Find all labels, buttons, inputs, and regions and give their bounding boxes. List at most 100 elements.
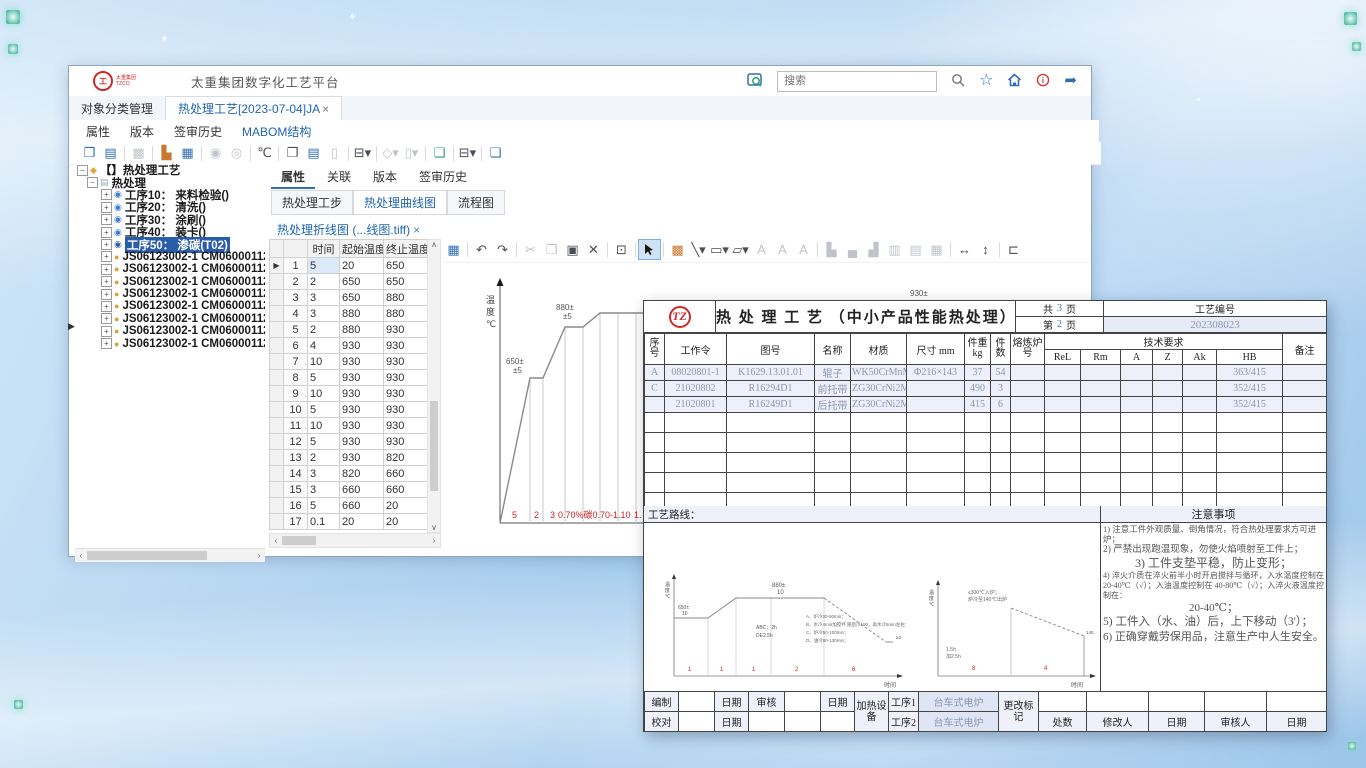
- table-row[interactable]: 910930930: [270, 386, 428, 402]
- table-vertical-scrollbar[interactable]: ∧ ∨: [427, 239, 441, 533]
- table-row[interactable]: 710930930: [270, 354, 428, 370]
- expand-icon[interactable]: +: [101, 264, 112, 275]
- database-menu-icon[interactable]: ⊟▾: [352, 144, 373, 163]
- font-style-icon[interactable]: A: [751, 240, 772, 259]
- tab-sign-history[interactable]: 签审历史: [165, 121, 231, 142]
- expand-icon[interactable]: +: [101, 289, 112, 300]
- table-row[interactable]: 16566020: [270, 498, 428, 514]
- expand-icon[interactable]: +: [101, 301, 112, 312]
- tab-heat-treatment-process[interactable]: 热处理工艺[2023-07-04]JA×: [165, 96, 342, 120]
- table-row[interactable]: 85930930: [270, 370, 428, 386]
- table-row[interactable]: 22650650: [270, 274, 428, 290]
- fit-height-icon[interactable]: ↕: [975, 240, 996, 259]
- col-end-temp[interactable]: 终止温度: [384, 240, 428, 258]
- table-row[interactable]: 33650880: [270, 290, 428, 306]
- pointer-tool-icon[interactable]: [639, 240, 660, 259]
- more-tools-icon[interactable]: ⊏: [1003, 240, 1024, 259]
- expand-icon[interactable]: +: [101, 338, 112, 349]
- tab-relations[interactable]: 关联: [317, 166, 361, 189]
- bar-chart-icon[interactable]: ▙: [156, 144, 177, 163]
- redo-icon[interactable]: ↷: [492, 240, 513, 259]
- search-icon[interactable]: [951, 73, 965, 89]
- scroll-thumb[interactable]: [282, 536, 316, 545]
- scroll-left-icon[interactable]: ‹: [270, 536, 282, 545]
- distribute-icon[interactable]: ▤: [905, 240, 926, 259]
- close-file-icon[interactable]: ×: [413, 223, 420, 237]
- tab-object-classification[interactable]: 对象分类管理: [69, 97, 165, 120]
- tree-root[interactable]: − ◆ 【】热处理工艺: [77, 164, 265, 176]
- table-row[interactable]: 1110930930: [270, 418, 428, 434]
- save-icon[interactable]: ▤: [100, 144, 121, 163]
- table-row[interactable]: 153660660: [270, 482, 428, 498]
- open-flowsheet-icon[interactable]: ❒: [79, 144, 100, 163]
- expand-icon[interactable]: +: [101, 276, 112, 287]
- tab-mabom-structure[interactable]: MABOM结构: [233, 121, 320, 142]
- panel-collapse-arrow[interactable]: ▶: [68, 321, 75, 332]
- col-start-temp[interactable]: 起始温度: [340, 240, 384, 258]
- tree-part[interactable]: +●JS06123002-1 CM0600011215: [101, 337, 265, 349]
- tree-part[interactable]: +●JS06123002-1 CM0600011215: [101, 263, 265, 275]
- line-tool-icon[interactable]: ╲▾: [688, 240, 709, 259]
- fit-width-icon[interactable]: ↔: [954, 240, 975, 259]
- selected-cell[interactable]: 5: [308, 258, 340, 274]
- doc-menu-icon[interactable]: ▯▾: [401, 144, 422, 163]
- tree-part[interactable]: +●JS06123002-1 CM0600011215: [101, 276, 265, 288]
- table-horizontal-scrollbar[interactable]: ‹ ›: [269, 533, 441, 548]
- table-row[interactable]: 64930930: [270, 338, 428, 354]
- tree-part[interactable]: +●JS06123002-1 CM0600011215: [101, 300, 265, 312]
- rect-tool-icon[interactable]: ▭▾: [709, 240, 730, 259]
- tab-attributes-detail[interactable]: 属性: [271, 166, 315, 189]
- snapshot-locate-icon[interactable]: ◎: [226, 144, 247, 163]
- tab-heat-curve[interactable]: 热处理曲线图: [353, 190, 447, 215]
- polygon-tool-icon[interactable]: ▱▾: [730, 240, 751, 259]
- table-row[interactable]: 170.12020: [270, 514, 428, 530]
- tree-part[interactable]: +●JS06123002-1 CM0600011215: [101, 251, 265, 263]
- undo-icon[interactable]: ↶: [471, 240, 492, 259]
- folder-search-icon[interactable]: ❏: [429, 144, 450, 163]
- logout-icon[interactable]: ➦: [1064, 74, 1077, 88]
- table-row[interactable]: 125930930: [270, 434, 428, 450]
- temperature-icon[interactable]: ℃: [254, 144, 275, 163]
- snapshot-icon[interactable]: ◉: [205, 144, 226, 163]
- scroll-thumb[interactable]: [430, 401, 438, 491]
- expand-icon[interactable]: +: [101, 202, 112, 213]
- scroll-up-icon[interactable]: ∧: [428, 240, 440, 249]
- expand-icon[interactable]: +: [101, 214, 112, 225]
- scroll-thumb[interactable]: [87, 551, 207, 560]
- font-style-icon[interactable]: A: [793, 240, 814, 259]
- tree-part[interactable]: +●JS06123002-1 CM0600011215: [101, 313, 265, 325]
- expand-icon[interactable]: +: [101, 189, 112, 200]
- table-row[interactable]: 143820660: [270, 466, 428, 482]
- align-left-icon[interactable]: ▙: [821, 240, 842, 259]
- distribute-icon[interactable]: ▦: [926, 240, 947, 259]
- home-icon[interactable]: [1007, 73, 1022, 89]
- table-row[interactable]: 132930820: [270, 450, 428, 466]
- scroll-right-icon[interactable]: ›: [428, 536, 440, 545]
- tree-part[interactable]: +●JS06123002-1 CM0600011215: [101, 325, 265, 337]
- align-middle-icon[interactable]: ▄: [842, 240, 863, 259]
- tab-version[interactable]: 版本: [121, 121, 163, 142]
- tab-flow-diagram[interactable]: 流程图: [447, 190, 505, 215]
- export-menu-icon[interactable]: ◇▾: [380, 144, 401, 163]
- insert-image-icon[interactable]: ▩: [667, 240, 688, 259]
- expand-icon[interactable]: +: [101, 227, 112, 238]
- grid-view-icon[interactable]: ▦: [443, 240, 464, 259]
- expand-icon[interactable]: +: [101, 251, 112, 262]
- collapse-icon[interactable]: −: [87, 177, 98, 188]
- search-box[interactable]: [777, 71, 937, 92]
- tree-horizontal-scrollbar[interactable]: ‹ ›: [75, 548, 265, 562]
- expand-icon[interactable]: +: [101, 239, 112, 250]
- font-style-icon[interactable]: A: [772, 240, 793, 259]
- scroll-right-icon[interactable]: ›: [253, 551, 265, 560]
- table-row[interactable]: 105930930: [270, 402, 428, 418]
- search-input[interactable]: [782, 74, 932, 88]
- database2-menu-icon[interactable]: ⊟▾: [457, 144, 478, 163]
- table-row[interactable]: 52880930: [270, 322, 428, 338]
- expand-icon[interactable]: +: [101, 326, 112, 337]
- browse-search-icon[interactable]: [747, 73, 763, 89]
- table-edit-icon[interactable]: ▦: [177, 144, 198, 163]
- favorite-star-icon[interactable]: ☆: [979, 74, 993, 88]
- align-right-icon[interactable]: ▟: [863, 240, 884, 259]
- info-icon[interactable]: i: [1036, 73, 1050, 89]
- col-time[interactable]: 时间: [308, 240, 340, 258]
